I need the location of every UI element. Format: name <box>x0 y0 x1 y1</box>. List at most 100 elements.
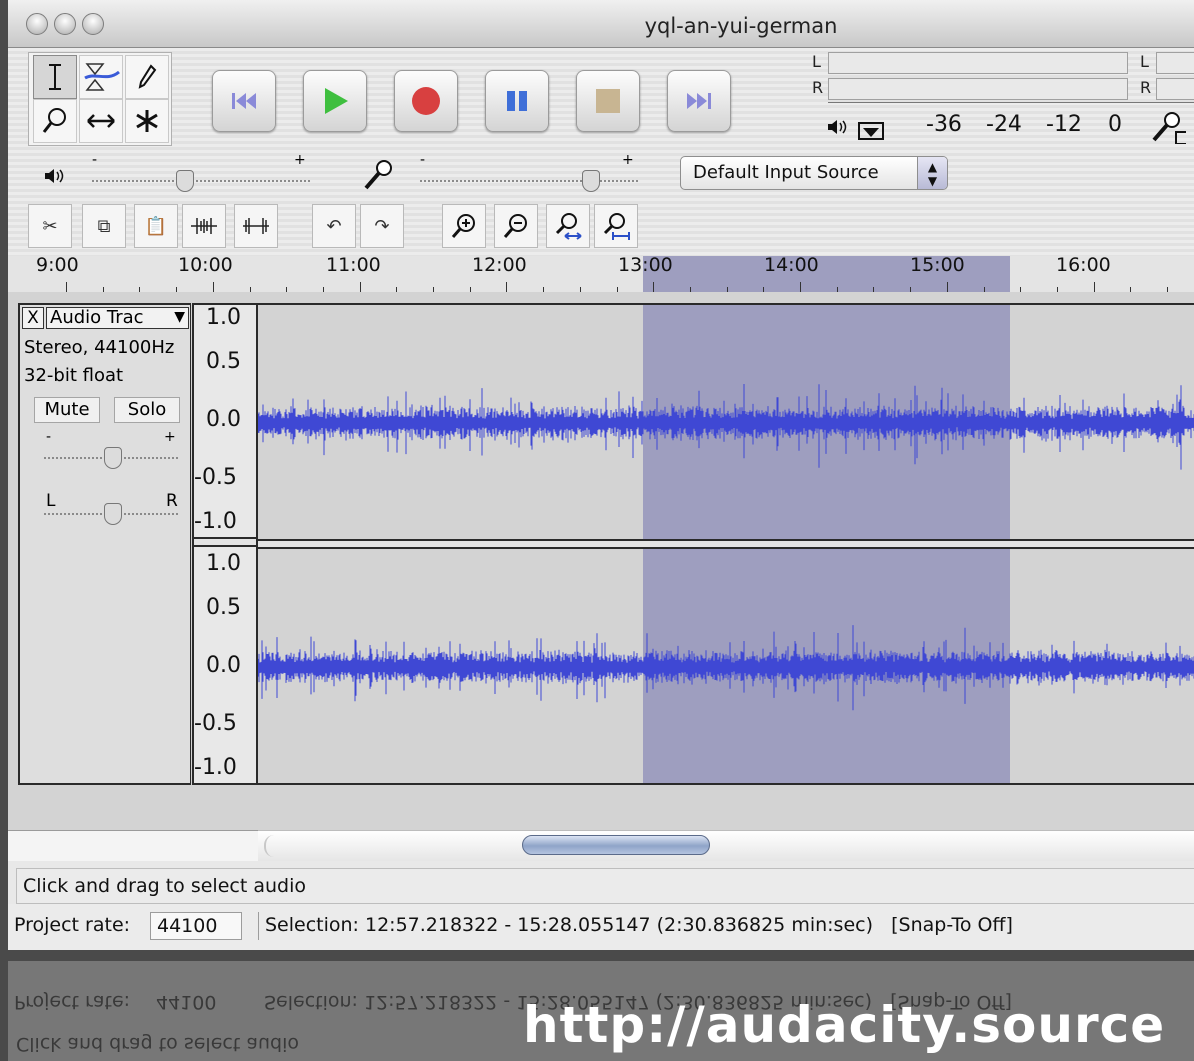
output-volume-icon <box>43 167 65 189</box>
pan-right-label: R <box>166 491 178 511</box>
amplitude-label: -0.5 <box>194 465 237 490</box>
selection-readout: Selection: 12:57.218322 - 15:28.055147 (… <box>258 912 1194 940</box>
pause-button[interactable] <box>485 70 549 132</box>
status-bar: Click and drag to select audio <box>16 868 1194 904</box>
project-rate-input[interactable]: 44100 <box>150 912 242 940</box>
output-slider-plus: + <box>294 152 306 168</box>
playback-meter-menu-icon[interactable] <box>858 122 884 140</box>
mute-button[interactable]: Mute <box>34 397 100 423</box>
scroll-spacer <box>8 830 258 861</box>
amplitude-label: 0.0 <box>206 407 241 432</box>
solo-label: Solo <box>127 399 167 420</box>
paste-button[interactable]: 📋 <box>134 204 178 248</box>
chevron-down-icon: ▼ <box>174 309 185 325</box>
record-meter-left-label: L <box>1140 52 1149 71</box>
ruler-label: 10:00 <box>178 254 233 276</box>
timeline-ruler[interactable]: 9:00 10:00 11:00 12:00 13:00 14:00 15:00… <box>8 254 1194 293</box>
select-arrows-icon: ▲ ▼ <box>917 157 947 189</box>
undo-icon: ↶ <box>326 215 342 237</box>
playback-meter-right[interactable] <box>828 78 1128 100</box>
play-button[interactable] <box>303 70 367 132</box>
amplitude-label: -0.5 <box>194 711 237 736</box>
project-rate-label: Project rate: <box>14 914 131 936</box>
selection-tool-icon[interactable] <box>33 55 77 99</box>
track-control-panel: X Audio Trac ▼ Stereo, 44100Hz 32-bit fl… <box>18 303 191 785</box>
ruler-tick <box>66 282 67 292</box>
waveform-area[interactable] <box>258 303 1194 785</box>
meter-scale-24: -24 <box>986 112 1022 137</box>
record-button[interactable] <box>394 70 458 132</box>
output-volume-slider[interactable] <box>92 180 310 182</box>
mute-label: Mute <box>44 399 90 420</box>
paste-icon: 📋 <box>144 215 168 237</box>
input-microphone-icon <box>362 158 396 194</box>
draw-tool-icon[interactable] <box>125 55 169 99</box>
scroll-left-cap <box>264 835 278 857</box>
status-hint: Click and drag to select audio <box>23 875 306 897</box>
scroll-thumb[interactable] <box>522 835 710 855</box>
record-meter-right-label: R <box>1140 78 1152 97</box>
play-icon <box>325 88 348 114</box>
website-url: http://audacity.source <box>523 996 1166 1054</box>
zoom-tool-icon[interactable] <box>33 99 77 143</box>
channel-divider-ruler <box>194 537 256 547</box>
record-meter-left[interactable] <box>1156 52 1194 74</box>
input-source-select[interactable]: Default Input Source ▲ ▼ <box>680 156 948 190</box>
skip-end-button[interactable] <box>667 70 731 132</box>
zoom-in-button[interactable] <box>442 204 486 248</box>
playback-meter-left[interactable] <box>828 52 1128 74</box>
fit-selection-button[interactable] <box>546 204 590 248</box>
ruler-tick <box>1093 282 1095 292</box>
skip-start-icon <box>232 93 256 109</box>
channel-waveform <box>258 384 1194 470</box>
track-name-menu[interactable]: Audio Trac ▼ <box>46 307 189 329</box>
track-gain-thumb[interactable] <box>104 447 122 469</box>
record-microphone-icon <box>1150 110 1189 148</box>
trim-icon <box>191 218 217 234</box>
cut-button[interactable]: ✂ <box>28 204 72 248</box>
track-close-button[interactable]: X <box>22 307 44 329</box>
solo-button[interactable]: Solo <box>114 397 180 423</box>
ruler-label: 14:00 <box>764 254 819 276</box>
cut-icon: ✂ <box>42 215 58 237</box>
ruler-tick <box>212 282 214 292</box>
copy-button[interactable]: ⧉ <box>82 204 126 248</box>
amplitude-label: 1.0 <box>206 551 241 576</box>
horizontal-scrollbar[interactable] <box>258 830 1194 861</box>
selection-bar: Project rate: 44100 Selection: 12:57.218… <box>8 904 1194 950</box>
output-volume-thumb[interactable] <box>176 170 194 192</box>
timeshift-tool-icon[interactable] <box>79 99 123 143</box>
pause-icon <box>507 91 527 111</box>
input-slider-minus: - <box>420 152 426 168</box>
pan-left-label: L <box>46 491 56 511</box>
trim-button[interactable] <box>182 204 226 248</box>
multi-tool-icon[interactable] <box>125 99 169 143</box>
amplitude-label: -1.0 <box>194 755 237 780</box>
gain-minus: - <box>46 429 52 445</box>
meter-scale-0: 0 <box>1108 112 1122 137</box>
track-pan-thumb[interactable] <box>104 503 122 525</box>
input-volume-slider[interactable] <box>420 180 638 182</box>
input-volume-thumb[interactable] <box>582 170 600 192</box>
zoom-out-button[interactable] <box>494 204 538 248</box>
output-slider-minus: - <box>92 152 98 168</box>
envelope-tool-icon[interactable] <box>79 55 123 99</box>
reflection-rate-value: 44100 <box>156 991 217 1013</box>
undo-button[interactable]: ↶ <box>312 204 356 248</box>
ruler-label: 11:00 <box>326 254 381 276</box>
ruler-label: 15:00 <box>910 254 965 276</box>
skip-start-button[interactable] <box>212 70 276 132</box>
ruler-label: 16:00 <box>1056 254 1111 276</box>
stop-button[interactable] <box>576 70 640 132</box>
input-slider-plus: + <box>622 152 634 168</box>
fit-project-icon <box>603 213 630 240</box>
track-name: Audio Trac <box>50 307 144 328</box>
zoom-in-icon <box>451 214 475 238</box>
ruler-tick <box>359 282 361 292</box>
redo-button[interactable]: ↷ <box>360 204 404 248</box>
record-meter-right[interactable] <box>1156 78 1194 100</box>
silence-button[interactable] <box>234 204 278 248</box>
fit-project-button[interactable] <box>594 204 638 248</box>
ruler-label: 9:00 <box>36 254 79 276</box>
title-bar: yql-an-yui-german <box>8 0 1194 48</box>
